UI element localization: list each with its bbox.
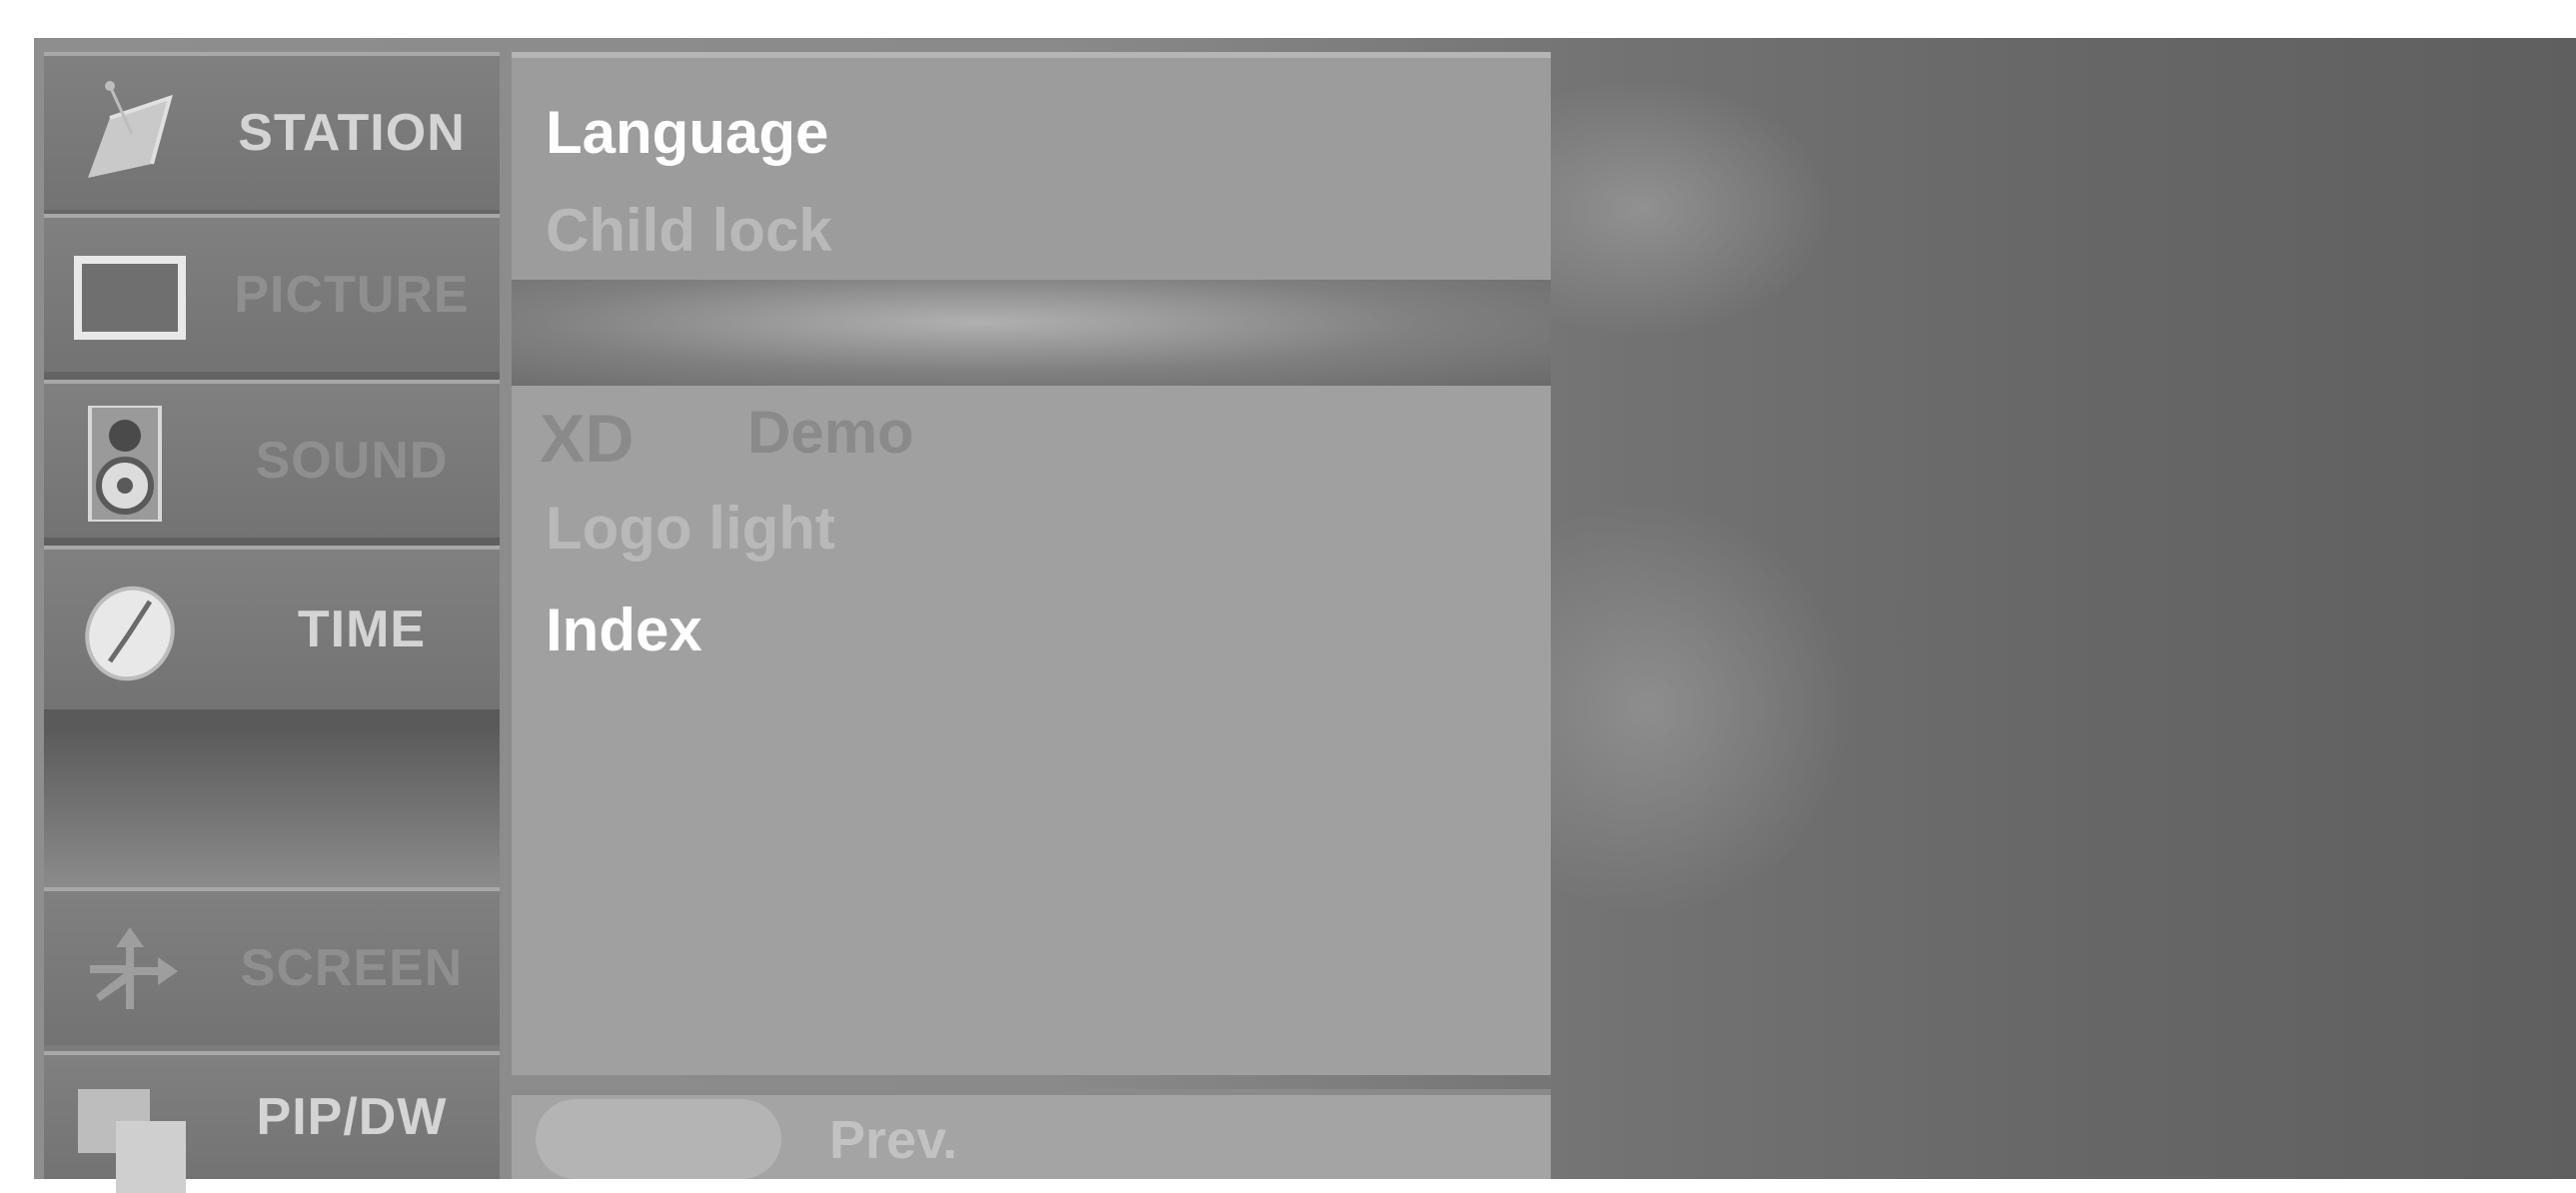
xd-logo-icon: XD [540, 406, 634, 468]
menu-item-index[interactable]: Index [546, 596, 702, 664]
tab-time-label: TIME [297, 600, 427, 658]
background-glow [1513, 498, 1853, 917]
move-arrows-icon [90, 927, 178, 1009]
tab-station-label: STATION [238, 104, 466, 162]
tab-time[interactable]: TIME [44, 546, 500, 709]
tab-screen-label: SCREEN [240, 939, 464, 997]
menu-item-demo[interactable]: Demo [747, 398, 914, 467]
tv-screen-icon [74, 256, 186, 340]
tab-pip-dw[interactable]: PIP/DW [44, 1051, 500, 1193]
tab-sound-label: SOUND [255, 432, 449, 490]
menu-item-logo-light[interactable]: Logo light [546, 494, 835, 563]
tab-picture[interactable]: PICTURE [44, 214, 500, 372]
tab-station[interactable]: STATION [44, 52, 500, 210]
xd-logo-text: XD [540, 406, 634, 468]
menu-item-child-lock[interactable]: Child lock [546, 196, 832, 265]
prev-button[interactable] [536, 1099, 781, 1179]
speaker-icon [88, 406, 162, 522]
tab-screen[interactable]: SCREEN [44, 887, 500, 1045]
background-glow [1513, 78, 1833, 338]
tab-sound[interactable]: SOUND [44, 380, 500, 538]
tab-picture-label: PICTURE [234, 266, 470, 324]
tab-pip-dw-label: PIP/DW [256, 1088, 448, 1146]
clock-icon [85, 586, 175, 681]
pip-windows-icon [78, 1089, 186, 1193]
menu-panel-bottom [512, 386, 1551, 1075]
satellite-dish-icon [88, 81, 173, 178]
menu-panel-divider [512, 280, 1551, 386]
prev-label: Prev. [829, 1110, 958, 1170]
menu-item-language[interactable]: Language [546, 98, 828, 167]
